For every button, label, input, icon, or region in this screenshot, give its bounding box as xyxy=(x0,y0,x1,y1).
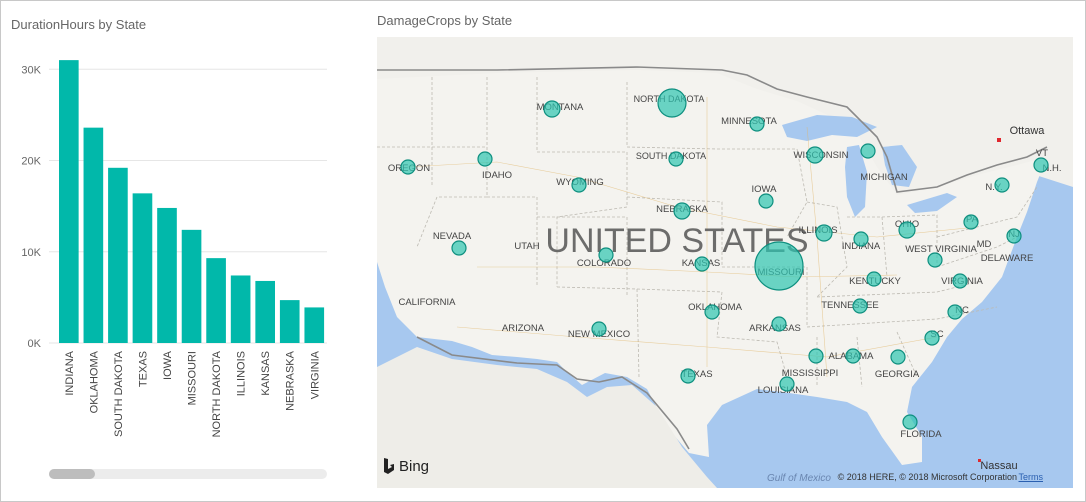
bar-oklahoma[interactable] xyxy=(83,127,104,344)
bar-iowa[interactable] xyxy=(157,207,177,343)
x-tick-label: TEXAS xyxy=(137,351,149,387)
bar-chart-title: DurationHours by State xyxy=(11,17,147,32)
map-bubble[interactable] xyxy=(1033,157,1049,173)
map-bubble[interactable] xyxy=(758,193,774,209)
map-bubble[interactable] xyxy=(952,273,968,289)
water-label: Gulf of Mexico xyxy=(767,473,831,484)
state-label: TENNESSEE xyxy=(821,300,879,311)
bar-nebraska[interactable] xyxy=(279,300,300,343)
x-tick-label: OKLAHOMA xyxy=(88,350,100,413)
city-label: Nassau xyxy=(980,460,1017,472)
y-tick-label: 0K xyxy=(28,338,42,350)
state-label: ARIZONA xyxy=(502,323,545,334)
map-bubble[interactable] xyxy=(754,241,804,291)
nassau-marker xyxy=(978,459,981,462)
map-title: DamageCrops by State xyxy=(377,13,513,28)
map-bubble[interactable] xyxy=(902,414,918,430)
x-tick-label: ILLINOIS xyxy=(236,351,248,396)
y-tick-label: 10K xyxy=(21,247,41,259)
map-bubble[interactable] xyxy=(591,321,607,337)
state-label: UTAH xyxy=(514,241,539,252)
map-bubble[interactable] xyxy=(927,252,943,268)
x-tick-label: INDIANA xyxy=(64,350,76,395)
state-label: IDAHO xyxy=(482,170,512,181)
map-bubble[interactable] xyxy=(845,348,861,364)
map-bubble[interactable] xyxy=(963,214,979,230)
map-bubble[interactable] xyxy=(898,221,916,239)
map-bubble[interactable] xyxy=(400,159,416,175)
bubble-map[interactable]: MONTANANORTH DAKOTAMINNESOTAOREGONIDAHOS… xyxy=(377,37,1073,488)
map-copyright: © 2018 HERE, © 2018 Microsoft Corporatio… xyxy=(837,472,1017,482)
state-label: GEORGIA xyxy=(875,369,920,380)
y-tick-label: 20K xyxy=(21,156,41,168)
ottawa-marker xyxy=(997,138,1001,142)
map-bubble[interactable] xyxy=(598,247,614,263)
city-label: Ottawa xyxy=(1010,125,1046,137)
map-bubble[interactable] xyxy=(806,146,824,164)
state-label: NEVADA xyxy=(433,231,472,242)
map-bubble[interactable] xyxy=(890,349,906,365)
state-label: FLORIDA xyxy=(900,429,942,440)
terms-link[interactable]: Terms xyxy=(1019,472,1044,482)
map-bubble[interactable] xyxy=(815,224,833,242)
map-bubble[interactable] xyxy=(852,298,868,314)
map-bubble[interactable] xyxy=(779,376,795,392)
bar-chart-scrollbar[interactable] xyxy=(49,469,327,479)
map-bubble[interactable] xyxy=(853,231,869,247)
map-bubble[interactable] xyxy=(994,177,1010,193)
state-label: MD xyxy=(977,239,992,250)
bar-kansas[interactable] xyxy=(255,280,275,343)
state-label: WEST VIRGINIA xyxy=(905,244,977,255)
bar-north-dakota[interactable] xyxy=(206,258,226,343)
scrollbar-thumb[interactable] xyxy=(49,469,95,479)
map-bubble[interactable] xyxy=(808,348,824,364)
bing-label: Bing xyxy=(399,457,430,475)
map-bubble[interactable] xyxy=(947,304,963,320)
map-bubble[interactable] xyxy=(924,330,940,346)
y-tick-label: 30K xyxy=(21,64,41,76)
x-tick-label: VIRGINIA xyxy=(309,350,321,399)
map-bubble[interactable] xyxy=(673,202,691,220)
map-bubble[interactable] xyxy=(451,240,467,256)
state-label: IOWA xyxy=(752,184,778,195)
state-label: DELAWARE xyxy=(981,253,1034,264)
state-label: MICHIGAN xyxy=(860,172,908,183)
state-label: CALIFORNIA xyxy=(398,297,456,308)
map-bubble[interactable] xyxy=(704,304,720,320)
map-bubble[interactable] xyxy=(668,151,684,167)
bar-illinois[interactable] xyxy=(230,275,251,343)
report-canvas: DurationHours by State 0K 10K 20K 30K INDIAN… xyxy=(0,0,1086,502)
x-tick-label: NEBRASKA xyxy=(285,350,297,411)
x-tick-label: MISSOURI xyxy=(187,351,199,405)
bing-b-icon xyxy=(384,458,394,474)
map-bubble[interactable] xyxy=(1006,228,1022,244)
bar-indiana[interactable] xyxy=(59,60,79,343)
map-bubble[interactable] xyxy=(694,256,710,272)
map-bubble[interactable] xyxy=(860,143,876,159)
bar-missouri[interactable] xyxy=(181,229,202,343)
bar-south-dakota[interactable] xyxy=(108,167,128,343)
x-tick-label: KANSAS xyxy=(260,351,272,396)
map-bubble[interactable] xyxy=(680,368,696,384)
map-bubble[interactable] xyxy=(543,100,561,118)
map-bubble[interactable] xyxy=(571,177,587,193)
duration-hours-bar-chart[interactable]: 0K 10K 20K 30K INDIANA OKLAHOMA SOUTH DAKOTA TE… xyxy=(1,41,341,461)
bar-virginia[interactable] xyxy=(304,307,325,343)
map-bubble[interactable] xyxy=(771,316,787,332)
map-bubble[interactable] xyxy=(657,88,687,118)
x-tick-label: IOWA xyxy=(162,350,174,380)
bar-texas[interactable] xyxy=(132,193,153,343)
x-tick-label: NORTH DAKOTA xyxy=(211,350,223,437)
state-label: MINNESOTA xyxy=(721,116,777,127)
map-bubble[interactable] xyxy=(866,271,882,287)
bing-logo: Bing xyxy=(382,457,429,475)
map-bubble[interactable] xyxy=(477,151,493,167)
x-tick-label: SOUTH DAKOTA xyxy=(113,350,125,437)
state-label: VT xyxy=(1036,148,1048,159)
map-bubble[interactable] xyxy=(749,116,765,132)
